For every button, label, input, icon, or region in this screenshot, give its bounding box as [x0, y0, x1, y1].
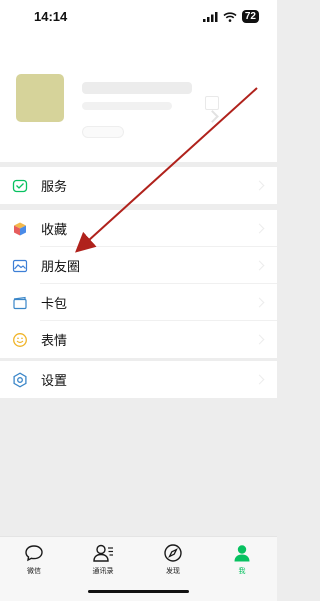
home-indicator — [88, 590, 189, 593]
cube-icon — [12, 221, 28, 237]
tab-discover[interactable]: 发现 — [153, 543, 193, 576]
services-group: 服务 — [0, 167, 277, 204]
qr-code-icon[interactable] — [205, 96, 219, 110]
settings-group: 设置 — [0, 361, 277, 398]
smiley-icon — [12, 332, 28, 348]
tab-label: 我 — [238, 567, 246, 575]
chevron-right-icon — [254, 374, 265, 385]
profile-name-blurred — [82, 82, 192, 94]
chat-bubble-icon — [25, 545, 43, 562]
chevron-right-icon — [254, 334, 265, 345]
tab-chats[interactable]: 微信 — [14, 543, 54, 576]
signal-icon — [202, 11, 218, 22]
menu-item-label: 表情 — [41, 334, 68, 349]
chevron-right-icon — [254, 260, 265, 271]
menu-item-label: 收藏 — [41, 223, 68, 238]
menu-item-cards[interactable]: 卡包 — [0, 284, 277, 321]
menu-item-favorites[interactable]: 收藏 — [0, 210, 277, 247]
gear-icon — [12, 371, 28, 388]
menu-item-services[interactable]: 服务 — [0, 167, 277, 204]
tab-contacts[interactable]: 通讯录 — [83, 543, 123, 576]
status-chip-blurred[interactable] — [82, 126, 124, 138]
menu-item-label: 设置 — [41, 374, 68, 389]
profile-header[interactable] — [0, 34, 277, 162]
menu-item-stickers[interactable]: 表情 — [0, 321, 277, 358]
status-bar: 14:14 72 — [0, 0, 277, 34]
status-time: 14:14 — [34, 9, 68, 24]
wifi-icon — [223, 11, 237, 22]
chevron-right-icon — [206, 110, 219, 123]
chevron-right-icon — [254, 180, 265, 191]
tab-label: 通讯录 — [92, 567, 114, 575]
battery-indicator: 72 — [241, 10, 259, 23]
menu-item-label: 服务 — [41, 180, 68, 195]
chevron-right-icon — [254, 223, 265, 234]
menu-item-settings[interactable]: 设置 — [0, 361, 277, 398]
content-group: 收藏 朋友圈 卡包 表情 — [0, 210, 277, 358]
chevron-right-icon — [254, 297, 265, 308]
avatar[interactable] — [16, 74, 64, 122]
status-icons: 72 — [202, 10, 259, 23]
contacts-icon — [93, 544, 113, 562]
tab-me[interactable]: 我 — [222, 543, 262, 576]
menu-item-label: 朋友圈 — [41, 260, 81, 275]
compass-icon — [164, 544, 182, 562]
menu-item-moments[interactable]: 朋友圈 — [0, 247, 277, 284]
menu-item-label: 卡包 — [41, 297, 68, 312]
person-icon — [234, 545, 250, 562]
tab-label: 微信 — [27, 567, 41, 575]
moments-icon — [12, 258, 28, 274]
card-wallet-icon — [12, 295, 28, 311]
services-icon — [12, 178, 28, 194]
profile-id-blurred — [82, 102, 172, 110]
tab-label: 发现 — [166, 567, 180, 575]
